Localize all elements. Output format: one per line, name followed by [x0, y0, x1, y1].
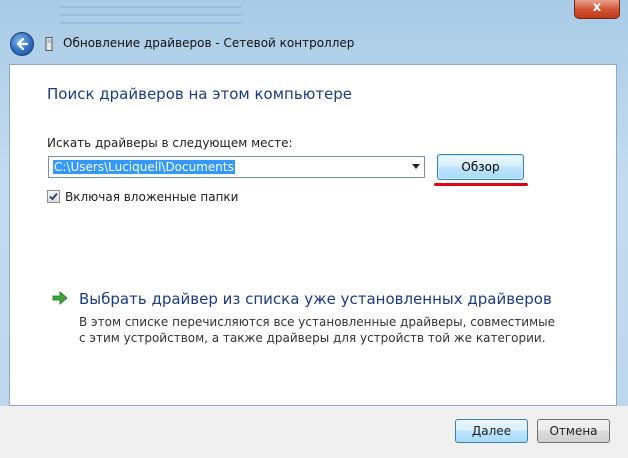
wizard-content: Поиск драйверов на этом компьютере Искат…	[9, 64, 617, 406]
cancel-button[interactable]: Отмена	[537, 419, 610, 443]
browse-button[interactable]: Обзор	[437, 154, 524, 180]
background-window-content	[60, 0, 320, 30]
include-subfolders-label[interactable]: Включая вложенные папки	[65, 190, 238, 204]
choose-from-list-description: В этом списке перечисляются все установл…	[79, 315, 556, 345]
checkmark-icon	[49, 192, 58, 201]
green-arrow-icon[interactable]	[52, 291, 68, 305]
include-subfolders-checkbox[interactable]	[47, 190, 60, 203]
close-button[interactable]: x	[574, 0, 620, 19]
back-arrow-icon	[16, 37, 29, 51]
annotation-underline	[434, 183, 528, 186]
back-button[interactable]	[10, 32, 34, 56]
device-icon	[45, 37, 53, 51]
page-heading: Поиск драйверов на этом компьютере	[47, 85, 353, 103]
next-button[interactable]: Далее	[455, 419, 528, 443]
wizard-footer: Далее Отмена	[0, 406, 628, 458]
choose-from-list-link[interactable]: Выбрать драйвер из списка уже установлен…	[79, 290, 552, 308]
path-input-value[interactable]: C:\Users\Luciquell\Documents	[53, 160, 235, 174]
window-title: Обновление драйверов - Сетевой контролле…	[63, 36, 355, 50]
chevron-down-icon[interactable]	[412, 164, 420, 169]
search-location-label: Искать драйверы в следующем месте:	[47, 136, 293, 150]
title-bar: Обновление драйверов - Сетевой контролле…	[0, 28, 628, 60]
path-combobox[interactable]: C:\Users\Luciquell\Documents	[48, 156, 425, 178]
close-icon: x	[592, 0, 602, 15]
